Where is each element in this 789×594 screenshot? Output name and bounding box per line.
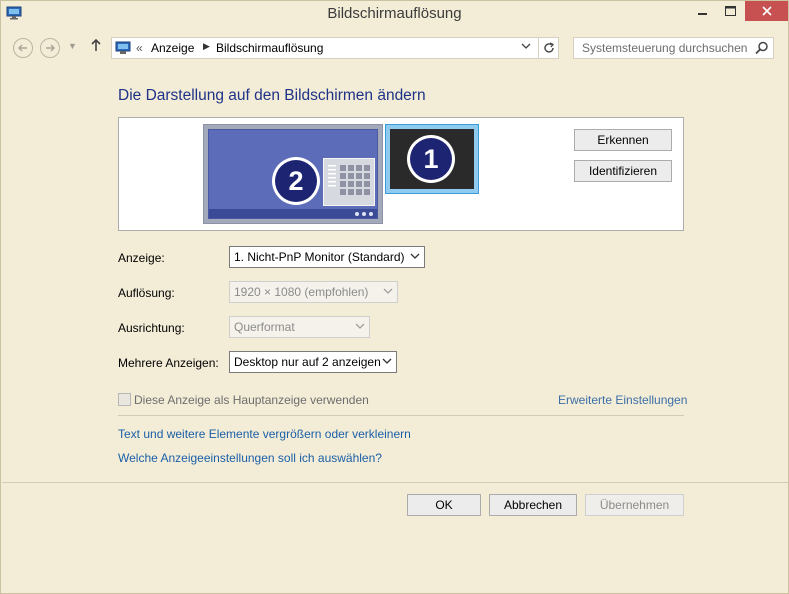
display-label: Anzeige: xyxy=(118,251,165,265)
address-history-dropdown[interactable] xyxy=(521,41,531,54)
refresh-icon xyxy=(543,42,554,53)
orientation-select-value: Querformat xyxy=(234,320,295,334)
identify-button[interactable]: Identifizieren xyxy=(574,160,672,182)
up-arrow-icon xyxy=(91,38,101,51)
orientation-label: Ausrichtung: xyxy=(118,321,185,335)
minimize-icon xyxy=(698,13,707,15)
control-panel-icon xyxy=(115,41,131,54)
search-icon[interactable] xyxy=(754,40,770,56)
forward-button[interactable] xyxy=(40,38,60,58)
display-select[interactable]: 1. Nicht-PnP Monitor (Standard) xyxy=(229,246,425,268)
ok-button[interactable]: OK xyxy=(407,494,481,516)
window-grid-icon xyxy=(323,158,375,206)
resize-text-link[interactable]: Text und weitere Elemente vergrößern ode… xyxy=(118,427,411,441)
monitor-2-taskbar xyxy=(209,209,377,218)
display-select-value: 1. Nicht-PnP Monitor (Standard) xyxy=(234,250,405,264)
main-display-checkbox[interactable] xyxy=(118,393,131,406)
title-bar: Bildschirmauflösung xyxy=(1,1,788,29)
breadcrumb-bildschirmaufloesung[interactable]: Bildschirmauflösung xyxy=(216,41,323,55)
chevron-down-icon xyxy=(355,323,365,329)
main-display-checkbox-label: Diese Anzeige als Hauptanzeige verwenden xyxy=(134,393,369,407)
monitor-2-badge: 2 xyxy=(272,157,320,205)
close-button[interactable] xyxy=(745,1,788,21)
multiple-displays-label: Mehrere Anzeigen: xyxy=(118,356,219,370)
orientation-select[interactable]: Querformat xyxy=(229,316,370,338)
up-button[interactable] xyxy=(90,38,102,56)
taskbar-dot xyxy=(369,212,373,216)
search-input[interactable] xyxy=(574,38,752,58)
monitor-1[interactable]: 1 xyxy=(385,124,479,194)
divider xyxy=(118,415,684,416)
window-title: Bildschirmauflösung xyxy=(327,5,462,22)
chevron-down-icon xyxy=(521,43,531,49)
window: Bildschirmauflösung ▼ « Anzeige ▶ Bildsc… xyxy=(0,0,789,594)
monitor-2-number: 2 xyxy=(275,160,317,202)
taskbar-dot xyxy=(355,212,359,216)
refresh-button[interactable] xyxy=(538,38,558,58)
breadcrumb-overflow[interactable]: « xyxy=(136,41,143,55)
maximize-button[interactable] xyxy=(717,1,744,21)
breadcrumb-separator-icon[interactable]: ▶ xyxy=(203,41,210,52)
navigation-bar: ▼ « Anzeige ▶ Bildschirmauflösung xyxy=(1,31,788,63)
footer-divider xyxy=(2,482,788,483)
monitor-1-screen: 1 xyxy=(390,129,474,189)
resolution-select[interactable]: 1920 × 1080 (empfohlen) xyxy=(229,281,398,303)
address-bar[interactable]: « Anzeige ▶ Bildschirmauflösung xyxy=(111,37,559,59)
back-arrow-icon xyxy=(18,44,27,52)
multiple-displays-select[interactable]: Desktop nur auf 2 anzeigen xyxy=(229,351,397,373)
multiple-displays-select-value: Desktop nur auf 2 anzeigen xyxy=(234,355,381,369)
back-button[interactable] xyxy=(13,38,33,58)
monitor-2-screen: 2 xyxy=(208,129,378,219)
minimize-button[interactable] xyxy=(689,1,717,21)
chevron-down-icon xyxy=(383,288,393,294)
resolution-label: Auflösung: xyxy=(118,286,175,300)
advanced-settings-link[interactable]: Erweiterte Einstellungen xyxy=(558,393,687,407)
monitor-1-number: 1 xyxy=(410,138,452,180)
apply-button[interactable]: Übernehmen xyxy=(585,494,684,516)
resolution-select-value: 1920 × 1080 (empfohlen) xyxy=(234,285,369,299)
chevron-down-icon xyxy=(410,253,420,259)
breadcrumb-anzeige[interactable]: Anzeige xyxy=(151,41,194,55)
taskbar-dot xyxy=(362,212,366,216)
monitor-1-badge: 1 xyxy=(407,135,455,183)
forward-arrow-icon xyxy=(46,44,55,52)
search-box[interactable] xyxy=(573,37,774,59)
monitor-2[interactable]: 2 xyxy=(203,124,383,224)
cancel-button[interactable]: Abbrechen xyxy=(489,494,577,516)
close-icon xyxy=(761,6,772,16)
recent-pages-dropdown[interactable]: ▼ xyxy=(68,41,77,51)
chevron-down-icon xyxy=(382,358,392,364)
display-settings-help-link[interactable]: Welche Anzeigeeinstellungen soll ich aus… xyxy=(118,451,382,465)
maximize-icon xyxy=(725,6,736,16)
detect-button[interactable]: Erkennen xyxy=(574,129,672,151)
page-heading: Die Darstellung auf den Bildschirmen änd… xyxy=(118,87,426,104)
